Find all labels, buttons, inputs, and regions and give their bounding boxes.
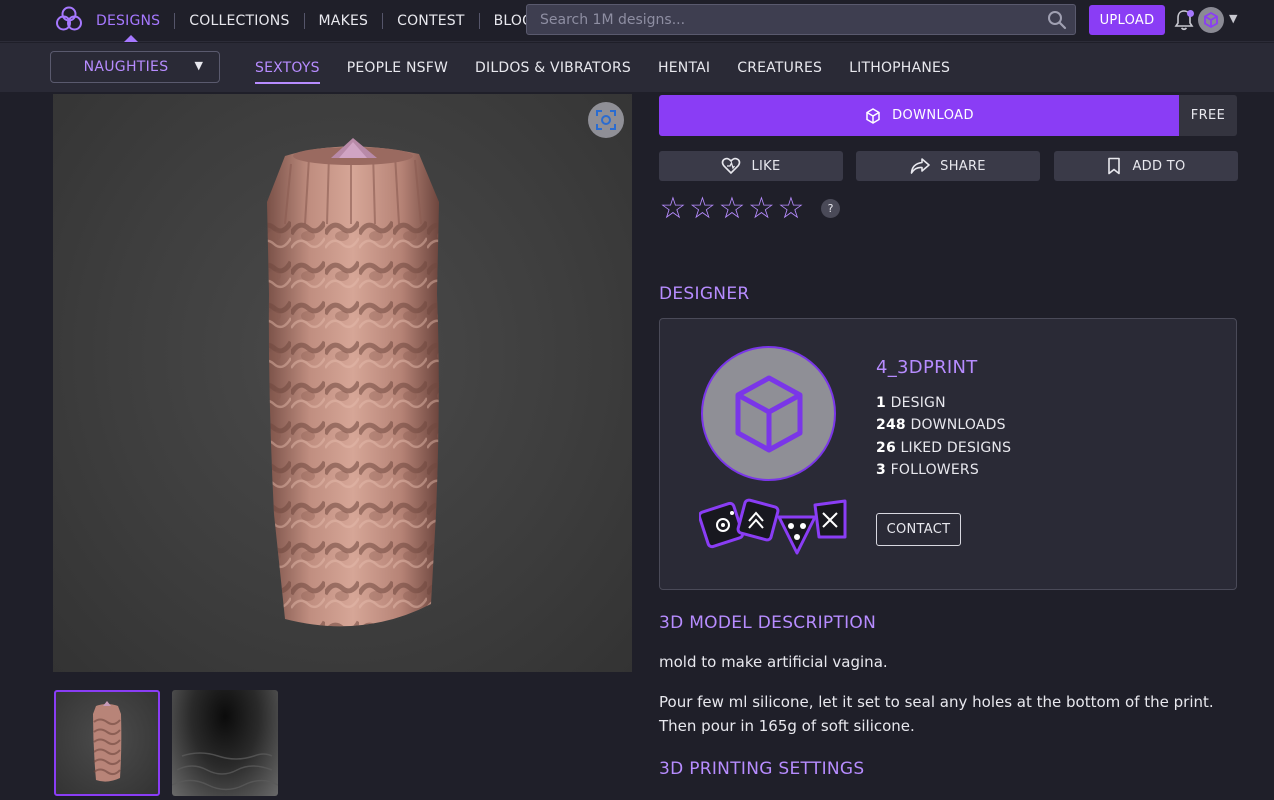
share-label: SHARE [940, 158, 986, 174]
nav-item-collections[interactable]: COLLECTIONS [175, 0, 303, 42]
model-viewer[interactable] [53, 94, 632, 672]
category-select-label: NAUGHTIES [83, 59, 169, 75]
upload-button[interactable]: UPLOAD [1089, 5, 1165, 35]
share-button[interactable]: SHARE [856, 151, 1040, 181]
description-paragraph: Pour few ml silicone, let it set to seal… [659, 693, 1214, 735]
designer-badges [699, 498, 847, 555]
thumbnail-model[interactable] [54, 690, 160, 796]
stat-downloads: 248 DOWNLOADS [876, 417, 1006, 433]
cube-icon [1204, 11, 1218, 29]
badge-icon [813, 499, 847, 539]
badge-icon [699, 501, 745, 549]
download-button[interactable]: DOWNLOAD [659, 95, 1179, 136]
nav-item-designs[interactable]: DESIGNS [96, 0, 174, 42]
chevron-down-icon: ▼ [194, 59, 203, 72]
category-bar: NAUGHTIES ▼ SEXTOYS PEOPLE NSFW DILDOS &… [0, 43, 1274, 92]
contact-button[interactable]: CONTACT [876, 513, 961, 546]
heart-icon [722, 157, 741, 175]
price-tag: FREE [1179, 95, 1237, 136]
chevron-down-icon[interactable]: ▼ [1229, 12, 1237, 25]
thumbnail-interior[interactable] [172, 690, 278, 796]
star-icon[interactable]: ☆ [688, 194, 718, 224]
add-to-label: ADD TO [1132, 158, 1186, 174]
subnav-item-hentai[interactable]: HENTAI [658, 56, 710, 80]
stat-label: DOWNLOADS [910, 417, 1006, 433]
subnav-item-people-nsfw[interactable]: PEOPLE NSFW [347, 56, 448, 80]
thumbnail-image [93, 701, 122, 782]
download-label: DOWNLOAD [892, 108, 974, 123]
user-avatar[interactable] [1198, 7, 1224, 33]
badge-icon [736, 498, 780, 542]
nav-item-makes[interactable]: MAKES [305, 0, 383, 42]
rating-stars: ☆ ☆ ☆ ☆ ☆ [658, 194, 806, 224]
stat-label: FOLLOWERS [890, 462, 979, 478]
subnav-item-dildos-vibrators[interactable]: DILDOS & VIBRATORS [475, 56, 631, 80]
description-paragraph: mold to make artificial vagina. [659, 653, 888, 671]
stat-value: 3 [876, 462, 886, 478]
designer-card: 4_3DPRINT 1 DESIGN 248 DOWNLOADS 26 LIKE… [659, 318, 1237, 590]
stat-label: DESIGN [890, 395, 946, 411]
stat-designs: 1 DESIGN [876, 395, 946, 411]
rating-help-icon[interactable]: ? [821, 199, 840, 218]
star-icon[interactable]: ☆ [747, 194, 777, 224]
printing-settings-title: 3D PRINTING SETTINGS [659, 759, 865, 779]
like-button[interactable]: LIKE [659, 151, 843, 181]
stat-liked-designs: 26 LIKED DESIGNS [876, 440, 1011, 456]
subcategory-nav: SEXTOYS PEOPLE NSFW DILDOS & VIBRATORS H… [255, 43, 977, 92]
subnav-item-sextoys[interactable]: SEXTOYS [255, 56, 320, 84]
nav-item-contest[interactable]: CONTEST [383, 0, 479, 42]
search-icon[interactable] [1047, 10, 1067, 30]
stat-value: 1 [876, 395, 886, 411]
subnav-item-creatures[interactable]: CREATURES [737, 56, 822, 80]
logo-icon[interactable] [56, 6, 82, 32]
search-box [526, 4, 1076, 35]
cube-icon [866, 107, 880, 124]
add-to-button[interactable]: ADD TO [1054, 151, 1238, 181]
category-select[interactable]: NAUGHTIES ▼ [50, 51, 220, 83]
badge-icon [777, 515, 817, 555]
designer-avatar[interactable] [701, 346, 836, 481]
focus-icon [596, 110, 616, 130]
like-label: LIKE [751, 158, 781, 174]
search-input[interactable] [527, 5, 1027, 34]
star-icon[interactable]: ☆ [717, 194, 747, 224]
main-nav: DESIGNS COLLECTIONS MAKES CONTEST BLOG [96, 0, 547, 42]
model-render [267, 138, 439, 627]
stat-label: LIKED DESIGNS [900, 440, 1012, 456]
stat-followers: 3 FOLLOWERS [876, 462, 979, 478]
top-navbar: DESIGNS COLLECTIONS MAKES CONTEST BLOG U… [0, 0, 1274, 42]
description-section-title: 3D MODEL DESCRIPTION [659, 613, 877, 633]
star-icon[interactable]: ☆ [658, 194, 688, 224]
notification-dot [1187, 10, 1194, 17]
bookmark-icon [1108, 157, 1121, 175]
designer-name-link[interactable]: 4_3DPRINT [876, 357, 978, 378]
share-icon [910, 158, 930, 174]
designer-section-title: DESIGNER [659, 284, 750, 304]
cube-icon [735, 375, 802, 452]
subnav-item-lithophanes[interactable]: LITHOPHANES [849, 56, 950, 80]
stat-value: 248 [876, 417, 906, 433]
fullscreen-button[interactable] [588, 102, 624, 138]
thumbnail-image [172, 752, 278, 791]
stat-value: 26 [876, 440, 896, 456]
star-icon[interactable]: ☆ [776, 194, 806, 224]
